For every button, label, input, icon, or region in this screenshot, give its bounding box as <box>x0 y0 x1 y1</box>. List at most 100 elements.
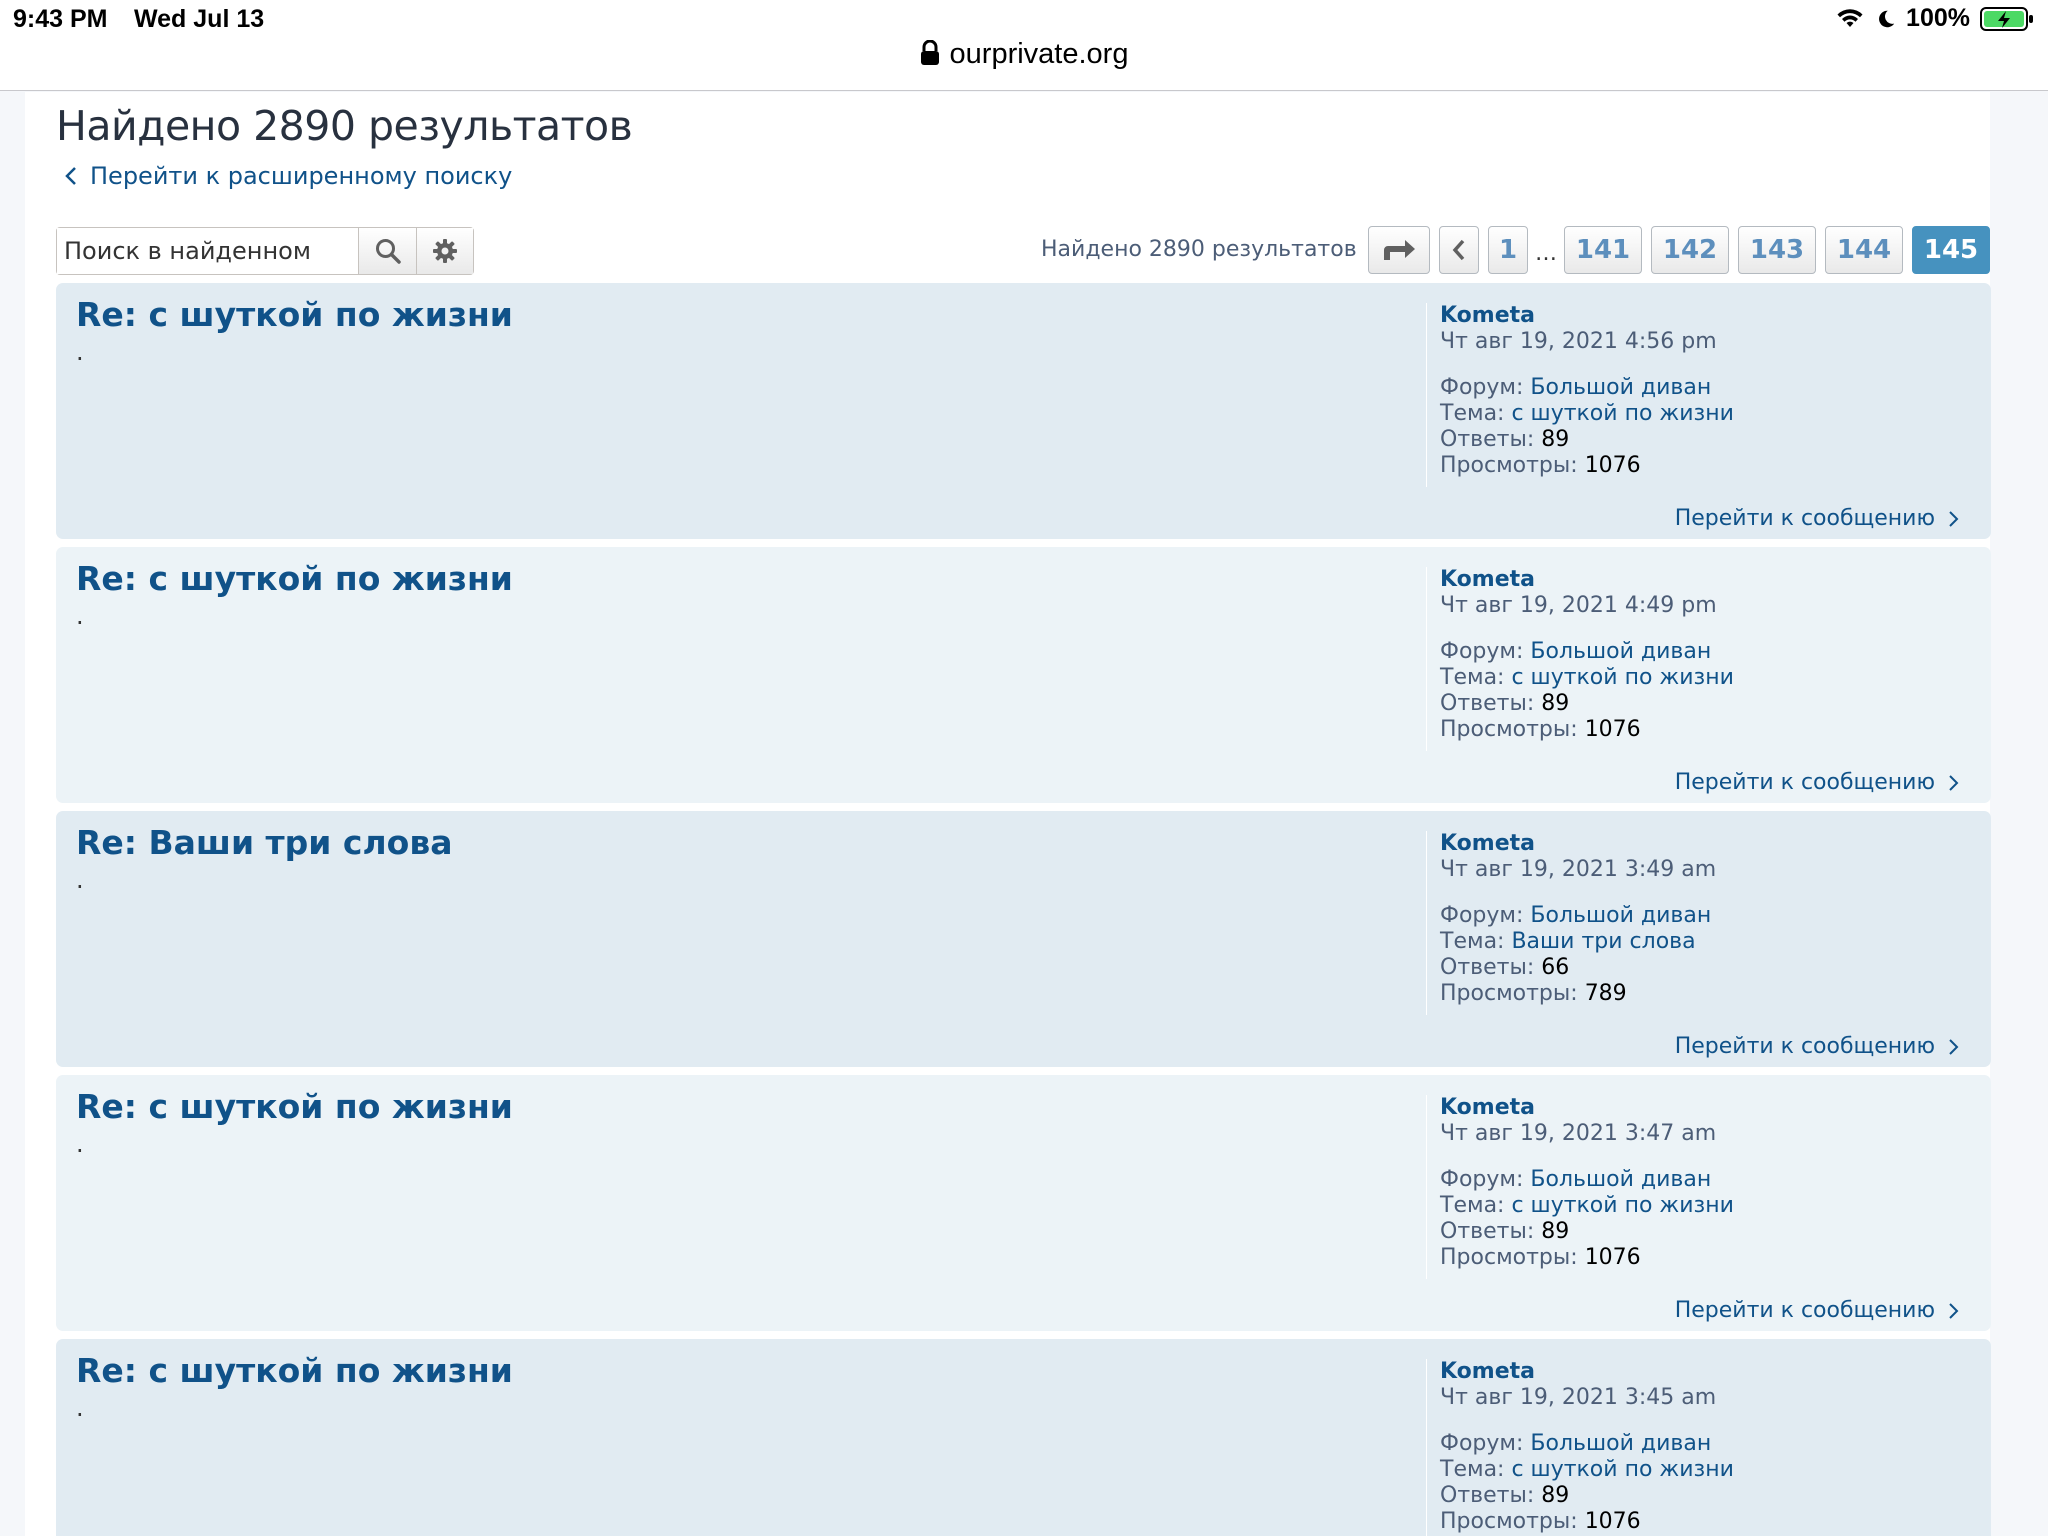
forum-link[interactable]: Большой диван <box>1530 375 1711 400</box>
forum-line: Форум: Большой диван <box>1440 639 1966 665</box>
post-date: Чт авг 19, 2021 4:56 pm <box>1440 329 1717 354</box>
wifi-icon <box>1837 8 1863 27</box>
author-link[interactable]: Kometa <box>1440 1095 1966 1121</box>
forum-link[interactable]: Большой диван <box>1530 903 1711 928</box>
previous-page-button[interactable] <box>1439 226 1479 274</box>
page-1-button[interactable]: 1 <box>1488 226 1528 274</box>
lock-icon <box>920 40 939 65</box>
jump-to-post-link[interactable]: Перейти к сообщению <box>1675 506 1959 531</box>
page-144-button[interactable]: 144 <box>1825 226 1903 274</box>
topic-link[interactable]: с шуткой по жизни <box>1511 1193 1733 1218</box>
views-line: Просмотры: 1076 <box>1440 1509 1966 1535</box>
forum-label: Форум: <box>1440 1167 1524 1192</box>
jump-to-post-label: Перейти к сообщению <box>1674 1298 1935 1323</box>
browser-chrome: 9:43 PM Wed Jul 13 100% ourprivate.org <box>0 0 2048 91</box>
views-count: 1076 <box>1584 717 1641 742</box>
post-meta: Kometa Чт авг 19, 2021 3:49 am Форум: Бо… <box>1426 831 1966 1015</box>
chevron-left-icon <box>1452 239 1465 261</box>
jump-to-post-link[interactable]: Перейти к сообщению <box>1675 770 1959 795</box>
author-link[interactable]: Kometa <box>1440 567 1966 593</box>
search-within-results <box>56 227 474 275</box>
forum-line: Форум: Большой диван <box>1440 903 1966 929</box>
search-button[interactable] <box>359 228 417 274</box>
advanced-search-link[interactable]: Перейти к расширенному поиску <box>64 162 512 190</box>
results-count: Найдено 2890 результатов <box>1041 237 1357 262</box>
current-page: 145 <box>1912 226 1990 274</box>
post-title-link[interactable]: Re: с шуткой по жизни <box>76 1351 513 1390</box>
views-line: Просмотры: 1076 <box>1440 453 1966 479</box>
chevron-right-icon <box>1949 1038 1959 1055</box>
post-title-link[interactable]: Re: с шуткой по жизни <box>76 1087 513 1126</box>
post-title-link[interactable]: Re: с шуткой по жизни <box>76 559 513 598</box>
post-title-link[interactable]: Re: с шуткой по жизни <box>76 295 513 334</box>
jump-to-post-label: Перейти к сообщению <box>1674 1034 1935 1059</box>
pagination: 1 … 141 142 143 144 145 <box>1368 226 1990 274</box>
page-143-button[interactable]: 143 <box>1738 226 1816 274</box>
jump-to-page-button[interactable] <box>1368 226 1430 274</box>
jump-to-post-label: Перейти к сообщению <box>1674 506 1935 531</box>
page-body: Найдено 2890 результатов Перейти к расши… <box>25 92 1991 1536</box>
topic-label: Тема: <box>1440 929 1505 954</box>
views-line: Просмотры: 1076 <box>1440 717 1966 743</box>
advanced-search-button[interactable] <box>417 228 473 274</box>
search-result: Re: Ваши три слова . Kometa Чт авг 19, 2… <box>56 811 1991 1067</box>
replies-line: Ответы: 89 <box>1440 427 1966 453</box>
page-142-button[interactable]: 142 <box>1651 226 1729 274</box>
views-label: Просмотры: <box>1440 981 1578 1006</box>
post-excerpt: . <box>76 866 84 894</box>
forum-line: Форум: Большой диван <box>1440 375 1966 401</box>
search-input[interactable] <box>57 228 359 274</box>
search-result: Re: с шуткой по жизни . Kometa Чт авг 19… <box>56 547 1991 803</box>
chevron-right-icon <box>1949 774 1959 791</box>
search-icon <box>375 239 401 264</box>
replies-count: 89 <box>1541 427 1570 452</box>
replies-label: Ответы: <box>1440 1219 1535 1244</box>
battery-charging-icon <box>1980 6 2033 31</box>
replies-label: Ответы: <box>1440 691 1535 716</box>
jump-arrow-icon <box>1384 240 1415 260</box>
replies-count: 66 <box>1541 955 1570 980</box>
search-result: Re: с шуткой по жизни . Kometa Чт авг 19… <box>56 283 1991 539</box>
topic-link[interactable]: с шуткой по жизни <box>1511 1457 1733 1482</box>
battery-percent: 100% <box>1906 4 1970 32</box>
replies-line: Ответы: 89 <box>1440 1483 1966 1509</box>
post-excerpt: . <box>76 338 84 366</box>
advanced-search-label: Перейти к расширенному поиску <box>90 162 513 190</box>
jump-to-post-link[interactable]: Перейти к сообщению <box>1675 1298 1959 1323</box>
replies-count: 89 <box>1541 1219 1570 1244</box>
address-bar[interactable]: ourprivate.org <box>0 38 2048 71</box>
jump-to-post-link[interactable]: Перейти к сообщению <box>1675 1034 1959 1059</box>
topic-link[interactable]: с шуткой по жизни <box>1511 665 1733 690</box>
post-excerpt: . <box>76 602 84 630</box>
forum-link[interactable]: Большой диван <box>1530 639 1711 664</box>
post-date: Чт авг 19, 2021 4:49 pm <box>1440 593 1717 618</box>
search-result: Re: с шуткой по жизни . Kometa Чт авг 19… <box>56 1075 1991 1331</box>
page-141-button[interactable]: 141 <box>1564 226 1642 274</box>
views-line: Просмотры: 1076 <box>1440 1245 1966 1271</box>
post-date: Чт авг 19, 2021 3:49 am <box>1440 857 1717 882</box>
moon-icon <box>1879 10 1895 27</box>
views-count: 1076 <box>1584 453 1641 478</box>
author-link[interactable]: Kometa <box>1440 303 1966 329</box>
topic-label: Тема: <box>1440 401 1505 426</box>
topic-link[interactable]: с шуткой по жизни <box>1511 401 1733 426</box>
post-excerpt: . <box>76 1130 84 1158</box>
page-title: Найдено 2890 результатов <box>56 102 633 150</box>
forum-line: Форум: Большой диван <box>1440 1431 1966 1457</box>
author-link[interactable]: Kometa <box>1440 831 1966 857</box>
post-meta: Kometa Чт авг 19, 2021 4:56 pm Форум: Бо… <box>1426 303 1966 487</box>
topic-link[interactable]: Ваши три слова <box>1511 929 1695 954</box>
search-result: Re: с шуткой по жизни . Kometa Чт авг 19… <box>56 1339 1991 1536</box>
jump-to-post-label: Перейти к сообщению <box>1674 770 1935 795</box>
post-meta: Kometa Чт авг 19, 2021 3:47 am Форум: Бо… <box>1426 1095 1966 1279</box>
forum-link[interactable]: Большой диван <box>1530 1431 1711 1456</box>
forum-label: Форум: <box>1440 375 1524 400</box>
views-count: 1076 <box>1584 1245 1641 1270</box>
views-line: Просмотры: 789 <box>1440 981 1966 1007</box>
post-title-link[interactable]: Re: Ваши три слова <box>76 823 452 862</box>
chevron-left-icon <box>65 167 76 185</box>
forum-link[interactable]: Большой диван <box>1530 1167 1711 1192</box>
url-text: ourprivate.org <box>949 38 1129 70</box>
views-label: Просмотры: <box>1440 1509 1578 1534</box>
author-link[interactable]: Kometa <box>1440 1359 1966 1385</box>
